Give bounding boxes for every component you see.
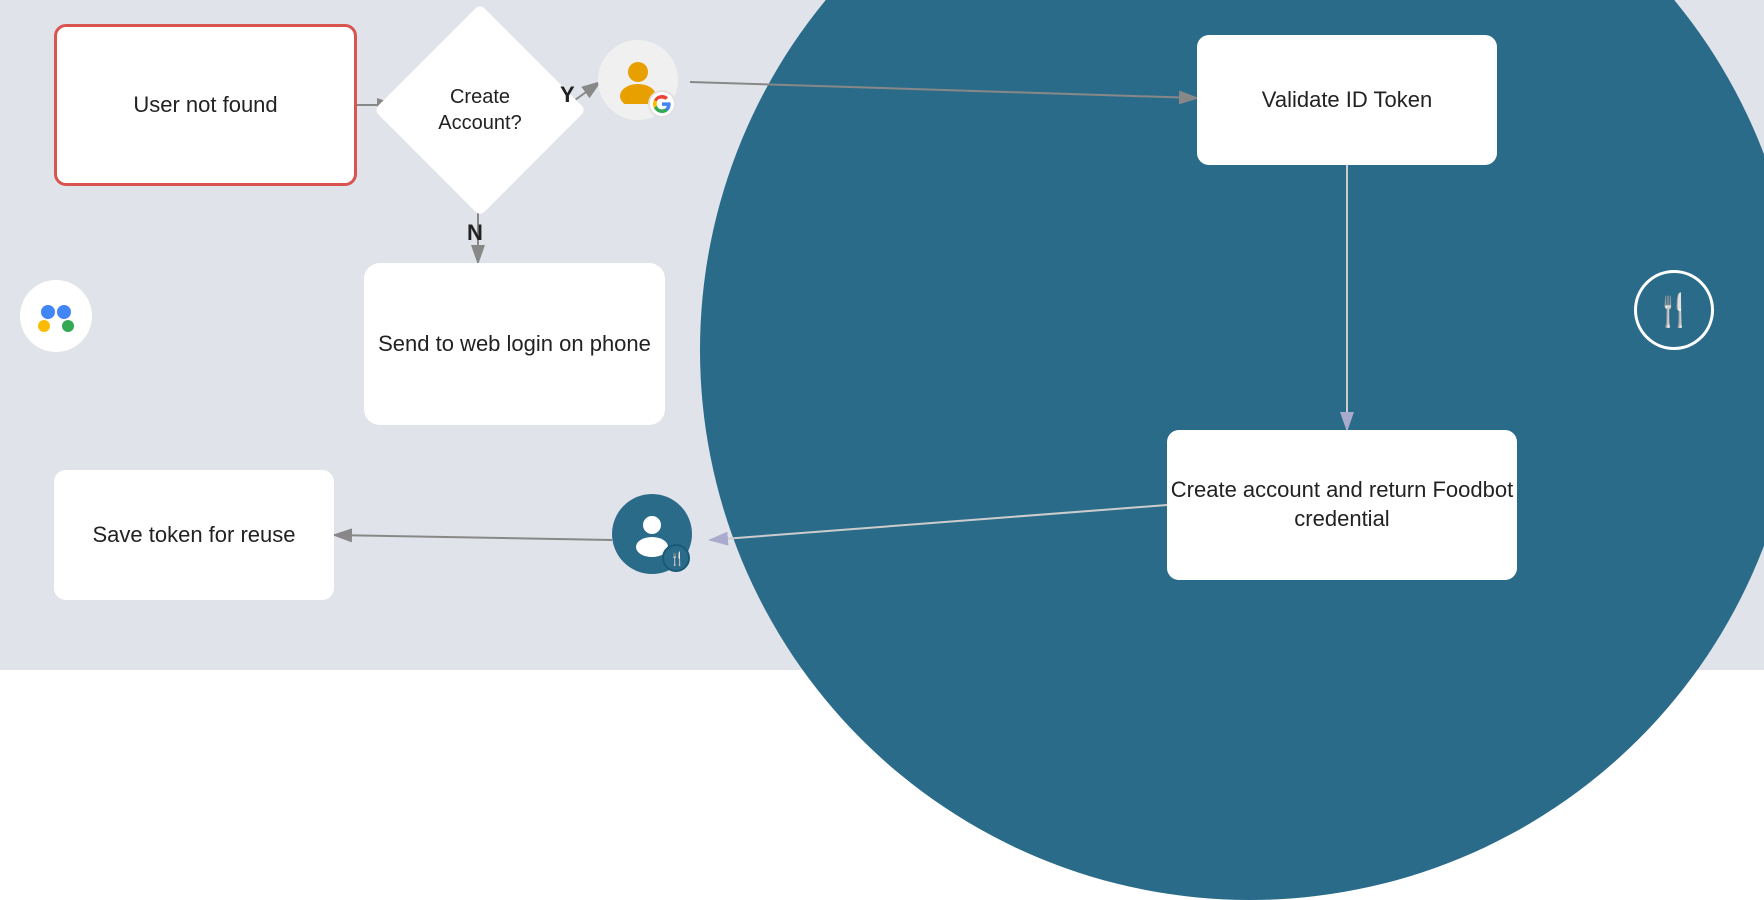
no-label: N bbox=[467, 220, 483, 246]
create-account-label: CreateAccount? bbox=[390, 20, 570, 200]
create-account-node: Create account and return Foodbot creden… bbox=[1167, 430, 1517, 580]
foodbot-icon: 🍴 bbox=[612, 494, 702, 584]
send-to-web-label: Send to web login on phone bbox=[378, 330, 651, 359]
fork-icon-circle: 🍴 bbox=[1634, 270, 1714, 350]
validate-id-node: Validate ID Token bbox=[1197, 35, 1497, 165]
assistant-svg bbox=[34, 294, 78, 338]
google-signin-icon bbox=[598, 40, 688, 130]
svg-text:🍴: 🍴 bbox=[669, 551, 684, 566]
foodbot-service-icon: 🍴 bbox=[1634, 270, 1724, 360]
foodbot-circle: 🍴 bbox=[612, 494, 692, 574]
send-to-web-node: Send to web login on phone bbox=[364, 263, 665, 425]
fork-knife-svg: 🍴 bbox=[668, 550, 684, 566]
assistant-dots-circle bbox=[20, 280, 92, 352]
fork-knife-glyph: 🍴 bbox=[1654, 291, 1694, 329]
create-account-diamond-container: CreateAccount? bbox=[390, 20, 570, 200]
google-assistant-icon bbox=[20, 280, 100, 360]
google-g-svg bbox=[653, 95, 671, 113]
validate-id-label: Validate ID Token bbox=[1262, 86, 1432, 115]
save-token-node: Save token for reuse bbox=[54, 470, 334, 600]
user-not-found-label: User not found bbox=[133, 91, 277, 120]
foodbot-fork-badge: 🍴 bbox=[662, 544, 690, 572]
create-account-label-text: Create account and return Foodbot creden… bbox=[1167, 476, 1517, 533]
google-icon-circle bbox=[598, 40, 678, 120]
google-g-badge bbox=[648, 90, 676, 118]
user-not-found-node: User not found bbox=[54, 24, 357, 186]
save-token-label: Save token for reuse bbox=[92, 521, 295, 550]
